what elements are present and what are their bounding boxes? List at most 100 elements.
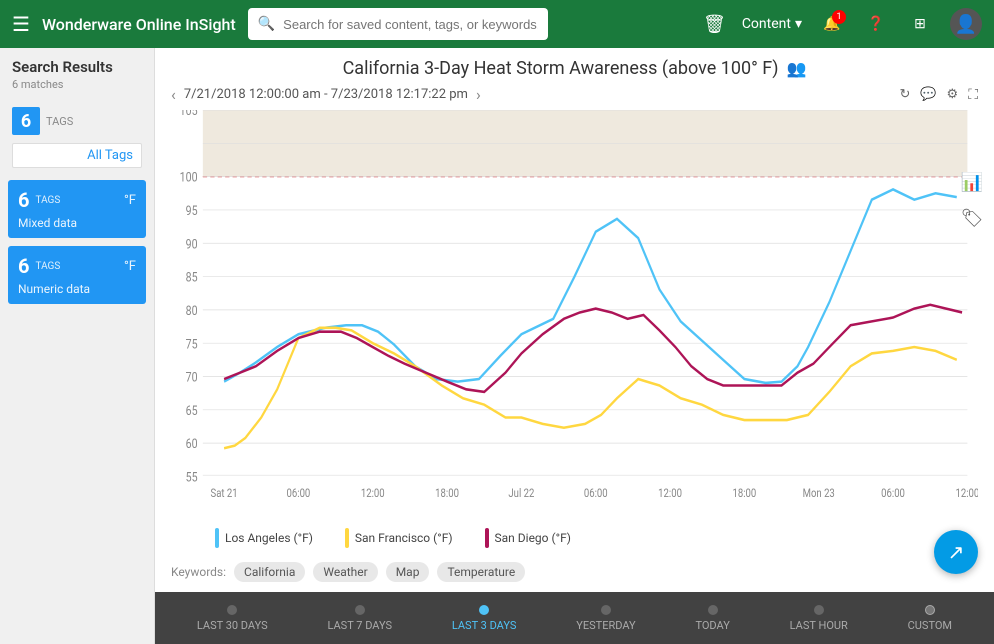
keywords-row: Keywords: California Weather Map Tempera… — [155, 556, 994, 592]
svg-text:65: 65 — [186, 403, 198, 418]
chart-title: California 3-Day Heat Storm Awareness (a… — [343, 58, 779, 79]
tag-icon[interactable]: 🏷 — [956, 202, 988, 234]
timebar-yesterday[interactable]: YESTERDAY — [576, 605, 635, 632]
timebar-last-hour[interactable]: LAST HOUR — [790, 605, 848, 632]
tags-label: TAGS — [46, 115, 73, 128]
prev-arrow[interactable]: ‹ — [171, 85, 176, 104]
next-arrow[interactable]: › — [476, 85, 481, 104]
settings-icon[interactable]: ⚙ — [947, 87, 959, 102]
timebar-custom[interactable]: CUSTOM — [908, 605, 952, 632]
timebar-dot-custom — [925, 605, 935, 615]
card1-tags-label: TAGS — [35, 195, 60, 206]
card2-unit: °F — [124, 259, 136, 274]
svg-text:90: 90 — [186, 236, 198, 251]
svg-text:Mon 23: Mon 23 — [803, 486, 835, 500]
app-brand: Wonderware Online InSight — [42, 15, 236, 34]
timebar-dot-last30 — [227, 605, 237, 615]
card1-count: 6 — [18, 188, 29, 212]
svg-text:70: 70 — [186, 370, 198, 385]
svg-text:95: 95 — [186, 203, 198, 218]
svg-text:85: 85 — [186, 270, 198, 285]
mixed-data-card[interactable]: 6 TAGS °F Mixed data — [8, 180, 146, 238]
timebar-label-last7: LAST 7 DAYS — [327, 619, 392, 632]
card1-type: Mixed data — [18, 216, 136, 230]
chart-nav-left: ‹ 7/21/2018 12:00:00 am - 7/23/2018 12:1… — [171, 85, 481, 104]
legend-label-sf: San Francisco (°F) — [355, 531, 453, 545]
comment-icon[interactable]: 💬 — [920, 87, 936, 102]
menu-icon[interactable]: ☰ — [12, 12, 30, 36]
bar-chart-icon[interactable]: 📊 — [956, 166, 988, 198]
search-input[interactable] — [283, 17, 538, 32]
timebar-dot-last7 — [355, 605, 365, 615]
search-icon: 🔍 — [258, 16, 275, 32]
keyword-chip-temperature[interactable]: Temperature — [437, 562, 525, 582]
share-icon: ↗ — [948, 540, 965, 564]
sidebar: Search Results 6 matches 6 TAGS All Tags… — [0, 48, 155, 644]
svg-text:Sat 21: Sat 21 — [211, 486, 238, 500]
top-navigation: ☰ Wonderware Online InSight 🔍 🗑 Content … — [0, 0, 994, 48]
keyword-chip-california[interactable]: California — [234, 562, 305, 582]
timebar-label-today: TODAY — [695, 619, 729, 632]
notification-bell-icon[interactable]: 🔔 1 — [818, 10, 846, 38]
all-tags-button[interactable]: All Tags — [12, 143, 142, 168]
svg-text:80: 80 — [186, 303, 198, 318]
share-fab-button[interactable]: ↗ — [934, 530, 978, 574]
svg-text:55: 55 — [186, 470, 198, 485]
content-menu-button[interactable]: Content ▾ — [742, 16, 802, 32]
user-avatar[interactable]: 👤 — [950, 8, 982, 40]
numeric-data-card[interactable]: 6 TAGS °F Numeric data — [8, 246, 146, 304]
search-box: 🔍 — [248, 8, 548, 40]
keyword-chip-map[interactable]: Map — [386, 562, 430, 582]
delete-icon[interactable]: 🗑 — [703, 14, 726, 35]
timebar-today[interactable]: TODAY — [695, 605, 729, 632]
svg-text:12:00: 12:00 — [658, 486, 682, 500]
svg-text:06:00: 06:00 — [881, 486, 905, 500]
timebar-dot-lasthour — [814, 605, 824, 615]
chart-date-range: 7/21/2018 12:00:00 am - 7/23/2018 12:17:… — [184, 87, 468, 102]
tag-count-badge: 6 — [12, 107, 40, 135]
legend-label-la: Los Angeles (°F) — [225, 531, 313, 545]
timebar-label-lasthour: LAST HOUR — [790, 619, 848, 632]
chart-svg: 105 100 95 90 85 80 75 70 65 60 55 Sat 2… — [171, 110, 978, 520]
brand-name: Wonderware Online InSight — [42, 15, 236, 34]
chart-container: California 3-Day Heat Storm Awareness (a… — [155, 48, 994, 520]
main-layout: Search Results 6 matches 6 TAGS All Tags… — [0, 48, 994, 644]
svg-text:100: 100 — [180, 170, 198, 185]
fullscreen-icon[interactable]: ⛶ — [968, 87, 978, 103]
timebar-last3days[interactable]: LAST 3 DAYS — [452, 605, 517, 632]
keyword-chip-weather[interactable]: Weather — [313, 562, 377, 582]
content-wrapper: California 3-Day Heat Storm Awareness (a… — [155, 48, 994, 644]
timebar-label-last30: LAST 30 DAYS — [197, 619, 268, 632]
apps-icon[interactable]: ⊞ — [906, 10, 934, 38]
time-bar: LAST 30 DAYS LAST 7 DAYS LAST 3 DAYS YES… — [155, 592, 994, 644]
legend-swatch-sd — [485, 528, 489, 548]
svg-text:18:00: 18:00 — [733, 486, 757, 500]
chart-nav-right: ↻ 💬 ⚙ ⛶ — [899, 87, 978, 103]
card2-header: 6 TAGS °F — [18, 254, 136, 278]
timebar-label-custom: CUSTOM — [908, 619, 952, 632]
content-label: Content — [742, 16, 791, 32]
svg-text:Jul 22: Jul 22 — [508, 486, 534, 500]
users-icon[interactable]: 👥 — [786, 59, 806, 78]
card2-count: 6 — [18, 254, 29, 278]
card2-type: Numeric data — [18, 282, 136, 296]
help-icon[interactable]: ❓ — [862, 10, 890, 38]
card2-tags-label: TAGS — [35, 261, 60, 272]
svg-text:105: 105 — [180, 110, 198, 118]
keywords-label: Keywords: — [171, 565, 226, 579]
svg-text:12:00: 12:00 — [955, 486, 978, 500]
timebar-last30days[interactable]: LAST 30 DAYS — [197, 605, 268, 632]
legend-label-sd: San Diego (°F) — [495, 531, 571, 545]
sidebar-subtitle: 6 matches — [0, 78, 154, 99]
legend-swatch-sf — [345, 528, 349, 548]
svg-text:75: 75 — [186, 336, 198, 351]
right-panel: 📊 🏷 — [950, 158, 994, 242]
svg-text:12:00: 12:00 — [361, 486, 385, 500]
timebar-last7days[interactable]: LAST 7 DAYS — [327, 605, 392, 632]
chevron-down-icon: ▾ — [795, 16, 802, 32]
top-nav-actions: 🗑 Content ▾ 🔔 1 ❓ ⊞ 👤 — [703, 8, 982, 40]
chart-title-row: California 3-Day Heat Storm Awareness (a… — [171, 58, 978, 79]
card1-unit: °F — [124, 193, 136, 208]
timebar-label-last3: LAST 3 DAYS — [452, 619, 517, 632]
refresh-icon[interactable]: ↻ — [899, 87, 910, 102]
